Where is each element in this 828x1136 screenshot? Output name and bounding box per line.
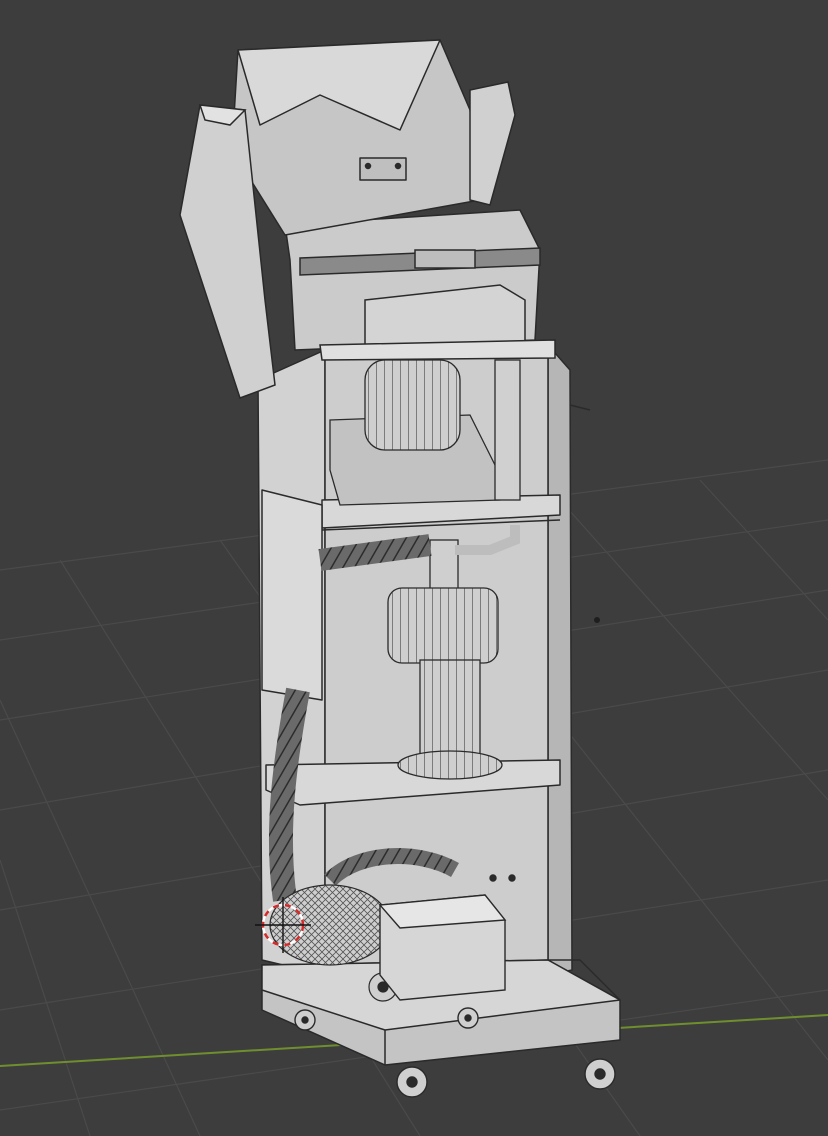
- 3d-viewport[interactable]: [0, 0, 828, 1136]
- vertex-dot: [594, 617, 600, 623]
- hopper[interactable]: [231, 39, 481, 236]
- upper-bin[interactable]: [284, 209, 556, 361]
- lid-arm-right[interactable]: [469, 81, 516, 206]
- viewport-canvas[interactable]: [0, 0, 828, 1136]
